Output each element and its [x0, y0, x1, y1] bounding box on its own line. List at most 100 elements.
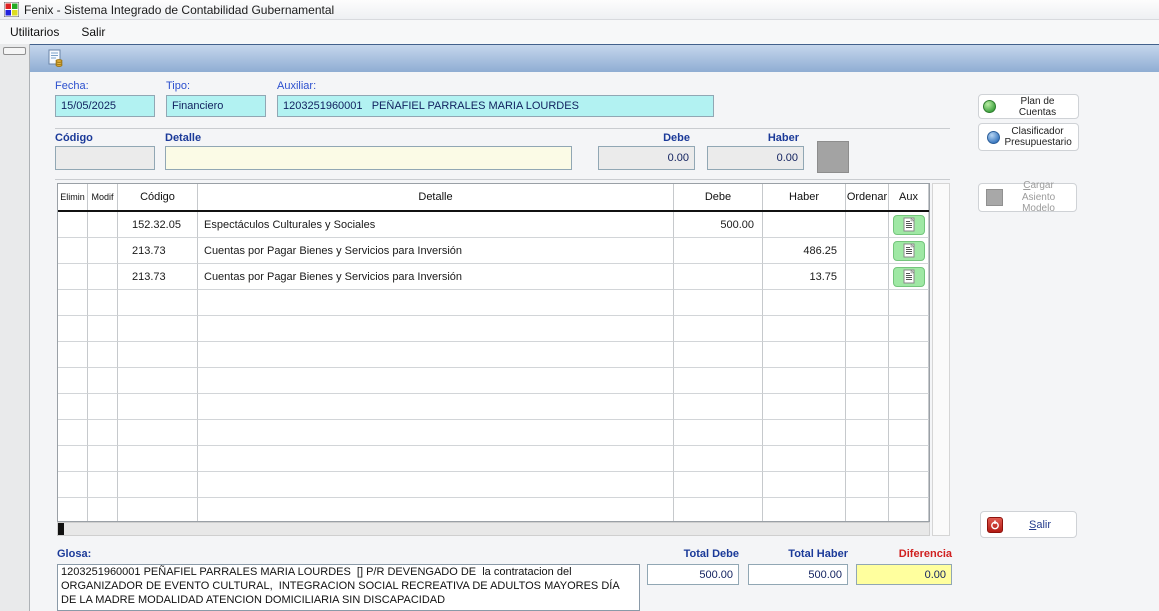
- menu-item-salir[interactable]: Salir: [79, 23, 107, 41]
- cell-debe: [674, 316, 763, 342]
- left-panel: [0, 44, 30, 611]
- cell-haber: 13.75: [763, 264, 846, 290]
- fecha-label: Fecha:: [55, 80, 89, 92]
- scrollbar-thumb[interactable]: [58, 523, 64, 535]
- cell-codigo: [118, 342, 198, 368]
- cell-modif[interactable]: [88, 368, 118, 394]
- cell-elimin[interactable]: [58, 472, 88, 498]
- cell-ordenar: [846, 290, 889, 316]
- cell-haber: [763, 212, 846, 238]
- table-row[interactable]: 213.73Cuentas por Pagar Bienes y Servici…: [58, 264, 929, 290]
- table-row-empty[interactable]: [58, 368, 929, 394]
- cell-codigo: [118, 368, 198, 394]
- codigo-label: Código: [55, 132, 93, 144]
- cell-modif[interactable]: [88, 420, 118, 446]
- cell-ordenar: [846, 342, 889, 368]
- plan-de-cuentas-button[interactable]: Plan de Cuentas: [978, 94, 1079, 119]
- cell-aux: [889, 290, 929, 316]
- clasificador-label: Clasificador Presupuestario: [1005, 126, 1071, 149]
- table-row-empty[interactable]: [58, 394, 929, 420]
- tipo-input[interactable]: [166, 95, 266, 117]
- cell-aux: [889, 264, 929, 290]
- cell-ordenar: [846, 368, 889, 394]
- cell-aux: [889, 498, 929, 522]
- table-row-empty[interactable]: [58, 316, 929, 342]
- cell-modif[interactable]: [88, 394, 118, 420]
- fecha-input[interactable]: [55, 95, 155, 117]
- cell-codigo: [118, 420, 198, 446]
- gray-square-icon: [986, 189, 1003, 206]
- salir-button[interactable]: Salir: [980, 511, 1077, 538]
- cell-debe: [674, 446, 763, 472]
- cell-ordenar: [846, 420, 889, 446]
- table-row-empty[interactable]: [58, 290, 929, 316]
- debe-input[interactable]: [598, 146, 695, 170]
- cell-elimin[interactable]: [58, 394, 88, 420]
- cell-elimin[interactable]: [58, 290, 88, 316]
- cell-elimin[interactable]: [58, 420, 88, 446]
- cell-haber: 486.25: [763, 238, 846, 264]
- cell-elimin[interactable]: [58, 212, 88, 238]
- cell-codigo: [118, 472, 198, 498]
- auxiliar-input[interactable]: [277, 95, 714, 117]
- cell-codigo: [118, 446, 198, 472]
- cell-detalle: Cuentas por Pagar Bienes y Servicios par…: [198, 238, 674, 264]
- table-vertical-scrollbar[interactable]: [932, 183, 950, 536]
- cell-elimin[interactable]: [58, 316, 88, 342]
- cell-modif[interactable]: [88, 342, 118, 368]
- table-row[interactable]: 152.32.05Espectáculos Culturales y Socia…: [58, 212, 929, 238]
- aux-document-button[interactable]: [893, 241, 925, 261]
- splitter-grip[interactable]: [3, 47, 26, 55]
- cell-debe: 500.00: [674, 212, 763, 238]
- cell-modif[interactable]: [88, 212, 118, 238]
- table-row-empty[interactable]: [58, 342, 929, 368]
- table-row[interactable]: 213.73Cuentas por Pagar Bienes y Servici…: [58, 238, 929, 264]
- haber-label: Haber: [707, 132, 799, 144]
- salir-label: Salir: [1008, 519, 1072, 531]
- glosa-textarea[interactable]: 1203251960001 PEÑAFIEL PARRALES MARIA LO…: [57, 564, 640, 611]
- cell-elimin[interactable]: [58, 368, 88, 394]
- cell-elimin[interactable]: [58, 342, 88, 368]
- detalle-input[interactable]: [165, 146, 572, 170]
- cell-haber: [763, 342, 846, 368]
- cell-modif[interactable]: [88, 238, 118, 264]
- cell-modif[interactable]: [88, 316, 118, 342]
- table-row-empty[interactable]: [58, 446, 929, 472]
- cell-ordenar: [846, 446, 889, 472]
- cell-modif[interactable]: [88, 498, 118, 522]
- cell-detalle: Cuentas por Pagar Bienes y Servicios par…: [198, 264, 674, 290]
- cell-aux: [889, 472, 929, 498]
- table-row-empty[interactable]: [58, 472, 929, 498]
- add-line-button[interactable]: [817, 141, 849, 173]
- cell-modif[interactable]: [88, 472, 118, 498]
- cell-modif[interactable]: [88, 446, 118, 472]
- cell-ordenar: [846, 316, 889, 342]
- diferencia-input: [856, 564, 952, 585]
- debe-label: Debe: [598, 132, 690, 144]
- cargar-asiento-modelo-button[interactable]: Cargar Asiento Modelo: [978, 183, 1077, 212]
- app-icon: [4, 2, 19, 17]
- aux-document-button[interactable]: [893, 215, 925, 235]
- window-title: Fenix - Sistema Integrado de Contabilida…: [24, 3, 334, 17]
- cell-haber: [763, 368, 846, 394]
- aux-document-button[interactable]: [893, 267, 925, 287]
- menu-item-utilitarios[interactable]: Utilitarios: [8, 23, 61, 41]
- save-entry-button[interactable]: [44, 47, 68, 71]
- cell-modif[interactable]: [88, 290, 118, 316]
- cell-detalle: [198, 420, 674, 446]
- cell-elimin[interactable]: [58, 238, 88, 264]
- table-row-empty[interactable]: [58, 420, 929, 446]
- cell-modif[interactable]: [88, 264, 118, 290]
- cell-detalle: [198, 290, 674, 316]
- entry-form: Fecha: Tipo: Auxiliar: Código Detalle De…: [30, 72, 1159, 611]
- cell-elimin[interactable]: [58, 446, 88, 472]
- haber-input[interactable]: [707, 146, 804, 170]
- cell-debe: [674, 420, 763, 446]
- clasificador-presupuestario-button[interactable]: Clasificador Presupuestario: [978, 123, 1079, 151]
- table-horizontal-scrollbar[interactable]: [57, 522, 930, 536]
- cell-elimin[interactable]: [58, 498, 88, 522]
- codigo-input[interactable]: [55, 146, 155, 170]
- cell-codigo: 152.32.05: [118, 212, 198, 238]
- table-row-empty[interactable]: [58, 498, 929, 522]
- cell-elimin[interactable]: [58, 264, 88, 290]
